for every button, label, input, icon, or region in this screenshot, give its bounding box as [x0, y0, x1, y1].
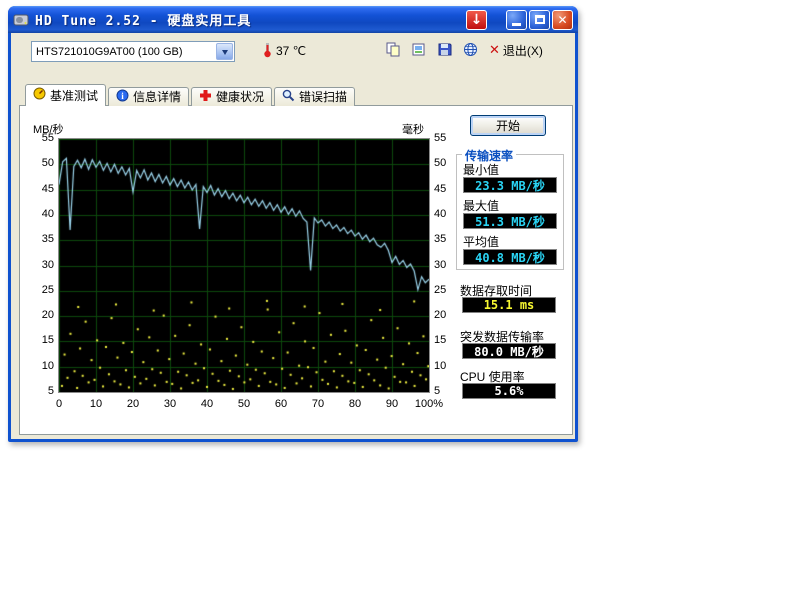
- globe-icon: [463, 42, 479, 60]
- client-area: HTS721010G9AT00 (100 GB) 37 ℃: [11, 33, 575, 439]
- y-axis-tick-left: 10: [22, 360, 54, 372]
- y-axis-tick-left: 55: [22, 132, 54, 144]
- avg-value: 40.8 MB/秒: [463, 249, 557, 265]
- benchmark-panel: MB/秒 毫秒 开始 传输速率 最小值 23.3 MB/秒 最大值 51.3 M…: [19, 105, 573, 435]
- x-axis-tick: 30: [155, 398, 185, 410]
- x-axis-tick: 100%: [414, 398, 444, 410]
- x-axis-tick: 10: [81, 398, 111, 410]
- y-axis-tick-left: 30: [22, 259, 54, 271]
- y-axis-tick-right: 55: [434, 132, 460, 144]
- avg-label: 平均值: [463, 233, 499, 250]
- tab-info[interactable]: i 信息详情: [108, 87, 189, 106]
- y-axis-tick-left: 50: [22, 157, 54, 169]
- y-axis-tick-right: 10: [434, 360, 460, 372]
- tab-benchmark[interactable]: 基准测试: [25, 84, 106, 106]
- download-arrow-icon: ↓: [471, 12, 483, 28]
- window-controls: ↓ ✕: [464, 10, 573, 30]
- toolbar-actions: [383, 42, 480, 59]
- thermometer-icon: [263, 41, 272, 61]
- y-axis-tick-right: 35: [434, 233, 460, 245]
- temperature-value: 37 ℃: [276, 44, 306, 58]
- y-axis-tick-left: 40: [22, 208, 54, 220]
- x-axis-tick: 0: [44, 398, 74, 410]
- copy-icon: [385, 42, 401, 60]
- exit-label: 退出(X): [503, 42, 543, 59]
- health-cross-icon: [199, 89, 212, 105]
- desktop: HD Tune 2.52 - 硬盘实用工具 ↓ ✕ HTS7210: [0, 0, 800, 600]
- y-axis-tick-left: 25: [22, 284, 54, 296]
- y-axis-tick-left: 15: [22, 334, 54, 346]
- download-update-button[interactable]: ↓: [466, 10, 487, 30]
- x-axis-tick: 80: [340, 398, 370, 410]
- max-label: 最大值: [463, 197, 499, 214]
- y-axis-tick-right: 15: [434, 334, 460, 346]
- copy-image-icon: [411, 42, 427, 60]
- y-axis-tick-right: 25: [434, 284, 460, 296]
- y-axis-tick-left: 35: [22, 233, 54, 245]
- y-axis-tick-right: 20: [434, 309, 460, 321]
- maximize-button[interactable]: [529, 10, 550, 30]
- max-value: 51.3 MB/秒: [463, 213, 557, 229]
- exit-button[interactable]: ✕ 退出(X): [489, 42, 543, 59]
- y-axis-tick-right: 30: [434, 259, 460, 271]
- app-icon: [13, 12, 30, 28]
- tab-health-label: 健康状况: [216, 88, 264, 105]
- maximize-icon: [535, 15, 545, 24]
- x-axis-tick: 60: [266, 398, 296, 410]
- drive-select-value: HTS721010G9AT00 (100 GB): [32, 46, 215, 58]
- drive-select[interactable]: HTS721010G9AT00 (100 GB): [31, 41, 235, 62]
- copy-image-button[interactable]: [409, 42, 428, 59]
- web-export-button[interactable]: [461, 42, 480, 59]
- x-axis-tick: 90: [377, 398, 407, 410]
- save-floppy-icon: [437, 42, 453, 60]
- burst-rate-value: 80.0 MB/秒: [462, 343, 556, 359]
- info-icon: i: [116, 89, 129, 105]
- x-axis-tick: 70: [303, 398, 333, 410]
- y-axis-title-right: 毫秒: [402, 121, 424, 137]
- close-button[interactable]: ✕: [552, 10, 573, 30]
- temperature-indicator: 37 ℃: [263, 41, 306, 61]
- tab-benchmark-label: 基准测试: [50, 87, 98, 104]
- save-button[interactable]: [435, 42, 454, 59]
- window-title: HD Tune 2.52 - 硬盘实用工具: [35, 10, 251, 29]
- tab-error-scan[interactable]: 错误扫描: [274, 87, 355, 106]
- tab-error-scan-label: 错误扫描: [299, 88, 347, 105]
- transfer-rate-group: 传输速率 最小值 23.3 MB/秒 最大值 51.3 MB/秒 平均值 40.…: [456, 154, 564, 270]
- y-axis-tick-right: 45: [434, 183, 460, 195]
- close-icon: ✕: [557, 13, 567, 27]
- magnifier-icon: [282, 89, 295, 105]
- min-value: 23.3 MB/秒: [463, 177, 557, 193]
- min-label: 最小值: [463, 161, 499, 178]
- y-axis-tick-left: 20: [22, 309, 54, 321]
- y-axis-tick-left: 5: [22, 385, 54, 397]
- cpu-usage-value: 5.6%: [462, 383, 556, 399]
- tab-strip: 基准测试 i 信息详情 健康状况: [25, 85, 357, 106]
- benchmark-gauge-icon: [33, 87, 46, 103]
- drive-select-dropdown-button[interactable]: [216, 43, 233, 60]
- hdtune-window: HD Tune 2.52 - 硬盘实用工具 ↓ ✕ HTS7210: [8, 6, 578, 442]
- x-axis-tick: 40: [192, 398, 222, 410]
- tab-info-label: 信息详情: [133, 88, 181, 105]
- exit-x-icon: ✕: [489, 43, 500, 58]
- title-bar[interactable]: HD Tune 2.52 - 硬盘实用工具 ↓ ✕: [8, 6, 578, 33]
- y-axis-tick-left: 45: [22, 183, 54, 195]
- minimize-button[interactable]: [506, 10, 527, 30]
- access-time-value: 15.1 ms: [462, 297, 556, 313]
- tab-health[interactable]: 健康状况: [191, 87, 272, 106]
- x-axis-tick: 50: [229, 398, 259, 410]
- y-axis-tick-right: 5: [434, 385, 460, 397]
- minimize-icon: [512, 23, 521, 26]
- chevron-down-icon: [222, 50, 228, 58]
- x-axis-tick: 20: [118, 398, 148, 410]
- copy-text-button[interactable]: [383, 42, 402, 59]
- y-axis-tick-right: 50: [434, 157, 460, 169]
- y-axis-tick-right: 40: [434, 208, 460, 220]
- start-button[interactable]: 开始: [470, 115, 546, 136]
- benchmark-chart-canvas: [58, 138, 430, 393]
